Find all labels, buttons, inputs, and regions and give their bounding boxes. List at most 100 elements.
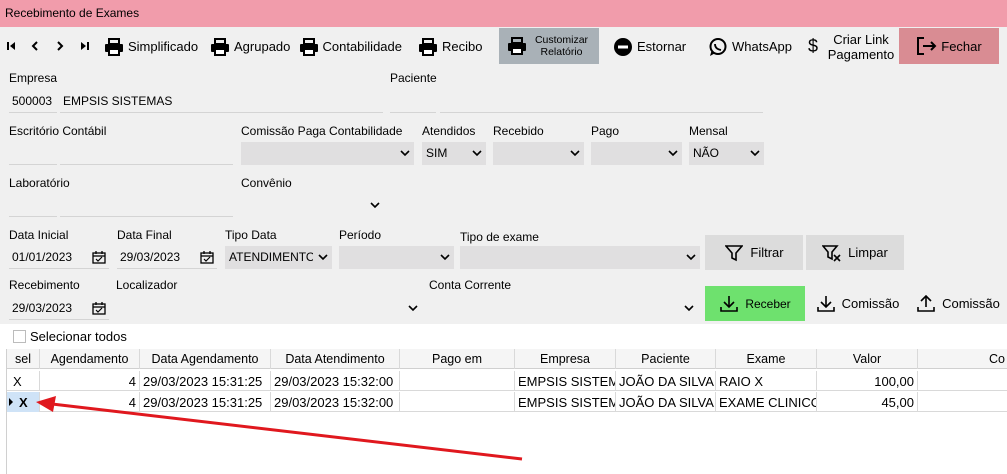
data-inicial-field[interactable]: 01/01/2023 <box>9 246 109 269</box>
empresa-name-field[interactable]: EMPSIS SISTEMAS <box>60 90 383 113</box>
filter-form: Empresa 500003 EMPSIS SISTEMAS Paciente … <box>0 66 1007 324</box>
escritorio-code-field[interactable] <box>9 142 57 165</box>
calendar-icon[interactable] <box>92 250 106 264</box>
fechar-button[interactable]: Fechar <box>899 28 999 64</box>
column-header[interactable]: sel <box>7 349 40 369</box>
mensal-select[interactable]: NÃO <box>689 142 764 165</box>
agrupado-label: Agrupado <box>234 39 291 54</box>
grid-header: sel Agendamento Data Agendamento Data At… <box>7 349 1007 369</box>
agendamento-cell: 4 <box>40 371 140 391</box>
clear-filter-icon <box>822 243 842 263</box>
tipo-data-value: ATENDIMENTO <box>229 250 313 264</box>
receber-label: Receber <box>745 296 791 311</box>
calendar-icon[interactable] <box>200 250 214 264</box>
tipo-data-label: Tipo Data <box>225 228 277 242</box>
simplificado-button[interactable]: Simplificado <box>103 29 203 64</box>
recibo-button[interactable]: Recibo <box>417 29 487 64</box>
receber-button[interactable]: Receber <box>705 286 805 321</box>
data-atendimento-cell: 29/03/2023 15:32:00 <box>271 371 400 391</box>
comissao-download-label: Comissão <box>841 296 900 311</box>
localizador-select[interactable] <box>116 297 422 320</box>
recebimento-field[interactable]: 29/03/2023 <box>9 297 109 320</box>
pago-label: Pago <box>591 124 620 138</box>
data-final-field[interactable]: 29/03/2023 <box>117 246 217 269</box>
tipo-exame-label: Tipo de exame <box>460 230 539 244</box>
next-record-icon[interactable] <box>51 36 69 56</box>
column-header[interactable]: Paciente <box>616 349 716 369</box>
laboratorio-name-field[interactable] <box>60 194 233 217</box>
window-title: Recebimento de Exames <box>5 6 140 20</box>
laboratorio-code-field[interactable] <box>9 194 57 217</box>
column-header[interactable]: Data Atendimento <box>271 349 400 369</box>
calendar-icon[interactable] <box>92 301 106 315</box>
paciente-code-field[interactable] <box>390 90 436 113</box>
data-inicial-value: 01/01/2023 <box>12 250 73 264</box>
criar-link-pagamento-button[interactable]: $ Criar Link Pagamento <box>802 29 897 64</box>
comissao-upload-button[interactable]: Comissão <box>910 286 1006 321</box>
exit-icon <box>916 35 938 57</box>
current-row-marker-icon <box>9 398 13 406</box>
sel-cell[interactable]: X <box>7 392 40 412</box>
column-header[interactable]: Data Agendamento <box>140 349 271 369</box>
escritorio-name-field[interactable] <box>60 142 233 165</box>
empresa-code-field[interactable]: 500003 <box>9 90 57 113</box>
limpar-button[interactable]: Limpar <box>806 235 904 270</box>
column-header[interactable]: Valor <box>817 349 918 369</box>
estornar-button[interactable]: Estornar <box>612 29 692 64</box>
limpar-label: Limpar <box>848 245 888 260</box>
previous-record-icon[interactable] <box>26 36 44 56</box>
laboratorio-label: Laboratório <box>9 176 70 190</box>
column-header[interactable]: Pago em <box>400 349 515 369</box>
chevron-down-icon <box>400 150 410 157</box>
contabilidade-label: Contabilidade <box>322 39 402 54</box>
customizar-relatorio-button[interactable]: Customizar Relatório <box>499 28 599 64</box>
chevron-down-icon <box>440 254 450 261</box>
periodo-select[interactable] <box>339 246 454 269</box>
whatsapp-button[interactable]: WhatsApp <box>707 29 797 64</box>
agrupado-button[interactable]: Agrupado <box>209 29 293 64</box>
comissao-download-button[interactable]: Comissão <box>810 286 905 321</box>
conta-corrente-select[interactable] <box>429 297 698 320</box>
sel-cell[interactable]: X <box>7 371 40 391</box>
pago-select[interactable] <box>591 142 682 165</box>
mensal-label: Mensal <box>689 124 728 138</box>
dollar-icon: $ <box>807 36 818 56</box>
select-all-checkbox[interactable] <box>13 330 26 343</box>
filtrar-button[interactable]: Filtrar <box>705 235 803 270</box>
table-row-selected[interactable]: X 4 29/03/2023 15:31:25 29/03/2023 15:32… <box>7 392 1007 412</box>
data-agendamento-cell: 29/03/2023 15:31:25 <box>140 371 271 391</box>
atendidos-select[interactable]: SIM <box>422 142 486 165</box>
column-header[interactable]: Agendamento <box>40 349 140 369</box>
chevron-down-icon <box>318 254 328 261</box>
minus-circle-icon <box>612 36 634 58</box>
chevron-down-icon <box>684 305 694 312</box>
column-header[interactable]: Co <box>918 349 1007 369</box>
tipo-data-select[interactable]: ATENDIMENTO <box>225 246 332 269</box>
paciente-cell: JOÃO DA SILVA <box>616 392 716 412</box>
data-final-value: 29/03/2023 <box>120 250 181 264</box>
fechar-label: Fechar <box>941 38 982 54</box>
whatsapp-icon <box>707 36 729 58</box>
select-all-label: Selecionar todos <box>30 329 127 344</box>
filtrar-label: Filtrar <box>750 245 784 260</box>
comissao-paga-select[interactable] <box>241 142 414 165</box>
data-agendamento-cell: 29/03/2023 15:31:25 <box>140 392 271 412</box>
periodo-label: Período <box>339 228 382 242</box>
paciente-cell: JOÃO DA SILVA <box>616 371 716 391</box>
recebido-select[interactable] <box>493 142 584 165</box>
valor-cell: 45,00 <box>817 392 918 412</box>
tipo-exame-select[interactable] <box>460 246 700 269</box>
paciente-name-field[interactable] <box>440 90 763 113</box>
atendidos-value: SIM <box>426 146 448 160</box>
column-header[interactable]: Empresa <box>515 349 616 369</box>
table-row[interactable]: X 4 29/03/2023 15:31:25 29/03/2023 15:32… <box>7 371 1007 391</box>
column-header[interactable]: Exame <box>716 349 817 369</box>
chevron-down-icon <box>570 150 580 157</box>
first-record-icon[interactable] <box>2 36 20 56</box>
title-bar: Recebimento de Exames <box>0 0 1007 27</box>
valor-cell: 100,00 <box>817 371 918 391</box>
last-record-icon[interactable] <box>76 36 94 56</box>
download-icon <box>816 294 836 314</box>
contabilidade-button[interactable]: Contabilidade <box>299 29 402 64</box>
convenio-select[interactable] <box>241 194 384 217</box>
